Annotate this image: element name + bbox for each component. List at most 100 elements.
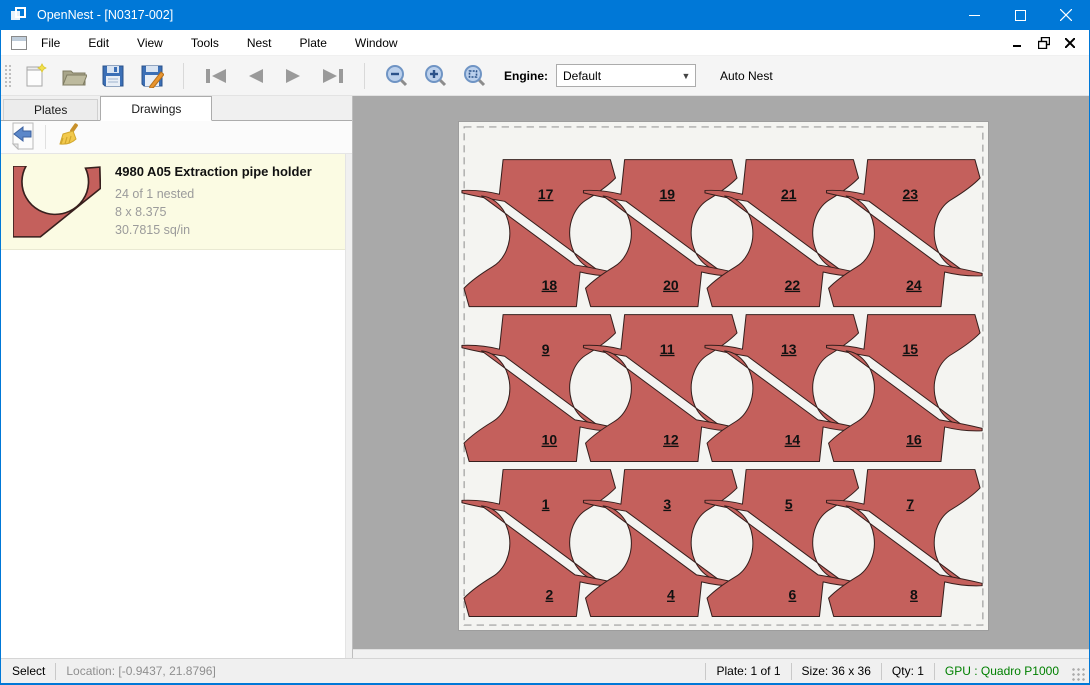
part-number-label: 22 (785, 278, 801, 293)
minimize-button[interactable] (951, 0, 997, 30)
go-previous-icon (245, 67, 265, 85)
zoom-fit-button[interactable] (460, 61, 490, 91)
zoom-out-button[interactable] (382, 61, 412, 91)
save-button[interactable] (98, 61, 128, 91)
part-number-label: 5 (785, 497, 793, 512)
status-bar: Select Location: [-0.9437, 21.8796] Plat… (1, 658, 1089, 683)
tab-plates[interactable]: Plates (3, 99, 98, 120)
drawings-list: 4980 A05 Extraction pipe holder 24 of 1 … (1, 154, 352, 658)
drawing-dimensions: 8 x 8.375 (115, 203, 312, 221)
save-as-icon (140, 64, 164, 88)
clean-button[interactable] (54, 124, 82, 150)
drawing-area: 30.7815 sq/in (115, 221, 312, 239)
save-as-button[interactable] (137, 61, 167, 91)
first-plate-button[interactable] (201, 61, 231, 91)
child-minimize-icon[interactable] (1007, 33, 1029, 53)
clean-broom-icon (55, 122, 81, 153)
part-number-label: 20 (663, 278, 679, 293)
auto-nest-button[interactable]: Auto Nest (712, 65, 781, 87)
chevron-down-icon[interactable]: ▼ (677, 65, 695, 86)
main-toolbar: Engine: Default ▼ Auto Nest (1, 56, 1089, 96)
menu-item-window[interactable]: Window (341, 30, 412, 56)
part-number-label: 21 (781, 187, 797, 202)
engine-combobox[interactable]: Default ▼ (556, 64, 696, 87)
plate-sheet[interactable]: 171819202122232491011121314151612345678 (459, 122, 988, 630)
part-number-label: 1 (542, 497, 550, 512)
canvas-horizontal-scrollbar[interactable] (353, 649, 1089, 658)
previous-plate-button[interactable] (240, 61, 270, 91)
menu-item-plate[interactable]: Plate (286, 30, 341, 56)
app-window: OpenNest - [N0317-002] FileEditViewTools… (0, 0, 1090, 685)
part-number-label: 19 (659, 187, 675, 202)
part-number-label: 8 (910, 588, 918, 603)
drawing-list-item[interactable]: 4980 A05 Extraction pipe holder 24 of 1 … (1, 154, 352, 250)
nest-canvas[interactable]: 171819202122232491011121314151612345678 (353, 96, 1089, 658)
close-button[interactable] (1043, 0, 1089, 30)
status-qty: Qty: 1 (892, 664, 924, 678)
toolbar-grip[interactable] (3, 63, 11, 89)
zoom-fit-icon (463, 64, 487, 88)
part-number-label: 11 (660, 342, 675, 357)
panel-toolbar-separator (45, 125, 46, 149)
engine-value: Default (557, 69, 601, 83)
menu-items: FileEditViewToolsNestPlateWindow (27, 30, 412, 56)
status-separator (705, 663, 706, 680)
send-to-plate-button[interactable] (9, 124, 37, 150)
open-button[interactable] (59, 61, 89, 91)
part-number-label: 6 (789, 588, 797, 603)
new-file-button[interactable] (20, 61, 50, 91)
part-number-label: 9 (542, 342, 550, 357)
sidebar: PlatesDrawings (1, 96, 353, 658)
go-last-icon (321, 67, 345, 85)
last-plate-button[interactable] (318, 61, 348, 91)
tab-drawings[interactable]: Drawings (100, 96, 212, 121)
status-size: Size: 36 x 36 (802, 664, 871, 678)
part-number-label: 15 (903, 342, 919, 357)
status-plate: Plate: 1 of 1 (716, 664, 780, 678)
window-title: OpenNest - [N0317-002] (37, 8, 173, 22)
part-number-label: 4 (667, 588, 675, 603)
child-restore-icon[interactable] (1033, 33, 1055, 53)
drawing-item-text: 4980 A05 Extraction pipe holder 24 of 1 … (115, 162, 312, 239)
app-icon (10, 7, 28, 23)
menu-item-file[interactable]: File (27, 30, 74, 56)
menu-item-nest[interactable]: Nest (233, 30, 286, 56)
engine-label: Engine: (504, 69, 548, 83)
part-number-label: 3 (663, 497, 671, 512)
status-mode: Select (12, 664, 45, 678)
drawing-thumbnail (13, 166, 101, 238)
zoom-in-icon (424, 64, 448, 88)
send-to-plate-icon (10, 122, 36, 153)
status-separator (791, 663, 792, 680)
zoom-out-icon (385, 64, 409, 88)
status-separator (881, 663, 882, 680)
child-close-icon[interactable] (1059, 33, 1081, 53)
title-bar: OpenNest - [N0317-002] (1, 0, 1089, 30)
maximize-button[interactable] (997, 0, 1043, 30)
part-number-label: 13 (781, 342, 797, 357)
save-icon (101, 64, 125, 88)
sidebar-scrollbar[interactable] (345, 154, 352, 658)
part-number-label: 2 (545, 588, 553, 603)
part-number-label: 18 (542, 278, 558, 293)
status-separator (934, 663, 935, 680)
next-plate-button[interactable] (279, 61, 309, 91)
menu-bar: FileEditViewToolsNestPlateWindow (1, 30, 1089, 56)
menu-item-edit[interactable]: Edit (74, 30, 123, 56)
go-next-icon (284, 67, 304, 85)
mdi-child-icon[interactable] (11, 36, 27, 50)
go-first-icon (204, 67, 228, 85)
part-number-label: 14 (785, 433, 801, 448)
status-right-group: Plate: 1 of 1 Size: 36 x 36 Qty: 1 GPU :… (695, 661, 1089, 681)
resize-grip-icon[interactable] (1071, 667, 1085, 681)
open-folder-icon (61, 64, 87, 88)
drawings-toolbar (1, 121, 352, 154)
menu-item-tools[interactable]: Tools (177, 30, 233, 56)
status-separator (55, 663, 56, 680)
part-number-label: 16 (906, 433, 922, 448)
toolbar-separator (183, 63, 184, 89)
drawing-nested-count: 24 of 1 nested (115, 185, 312, 203)
status-gpu: GPU : Quadro P1000 (945, 664, 1059, 678)
zoom-in-button[interactable] (421, 61, 451, 91)
menu-item-view[interactable]: View (123, 30, 177, 56)
